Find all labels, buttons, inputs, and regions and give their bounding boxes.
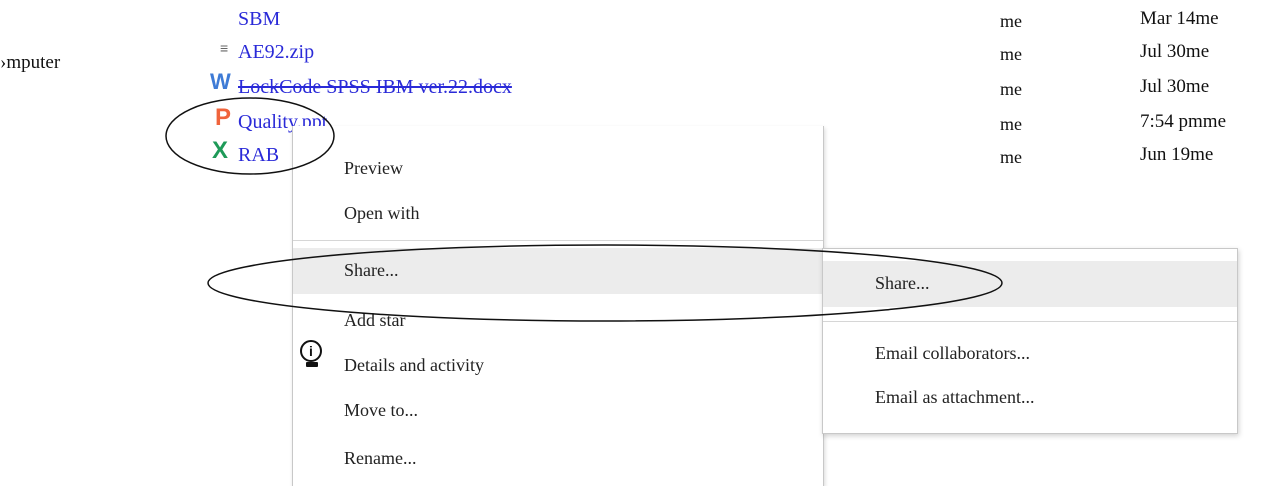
- file-owner: me: [1000, 114, 1022, 134]
- menu-item-add-star[interactable]: Add star: [293, 298, 823, 344]
- file-name[interactable]: AE92.zip: [238, 38, 314, 66]
- powerpoint-icon: P: [215, 104, 232, 131]
- share-submenu: Share... Email collaborators... Email as…: [822, 248, 1238, 434]
- menu-item-label: Rename...: [344, 448, 417, 468]
- file-modified: 7:54 pmme: [1140, 111, 1227, 132]
- file-row[interactable]: SBM me Mar 14me: [0, 5, 1274, 36]
- submenu-item-email-collaborators[interactable]: Email collaborators...: [823, 331, 1237, 377]
- file-owner: me: [1000, 79, 1022, 99]
- submenu-item-label: Email as attachment...: [875, 387, 1035, 407]
- zip-file-icon: ≡: [220, 40, 229, 56]
- menu-item-label: Preview: [344, 158, 403, 178]
- file-modified: Jul 30me: [1140, 76, 1210, 97]
- menu-item-rename[interactable]: Rename...: [293, 436, 823, 482]
- file-owner: me: [1000, 11, 1022, 31]
- file-modified: Jul 30me: [1140, 41, 1210, 62]
- menu-divider: [823, 321, 1237, 322]
- info-icon-base: [306, 362, 318, 367]
- file-owner: me: [1000, 44, 1022, 64]
- menu-item-label: Add star: [344, 310, 406, 330]
- excel-icon: X: [212, 137, 229, 164]
- menu-item-label: Details and activity: [344, 355, 484, 375]
- menu-item-label: Move to...: [344, 400, 418, 420]
- file-modified: Jun 19me: [1140, 144, 1214, 165]
- menu-item-details[interactable]: Details and activity: [293, 343, 823, 389]
- file-owner: me: [1000, 147, 1022, 167]
- word-doc-icon: W: [210, 69, 231, 94]
- menu-item-label: Share...: [344, 260, 399, 280]
- file-name[interactable]: RAB: [238, 141, 279, 169]
- file-row[interactable]: W LockCode SPSS IBM ver.22.docx me Jul 3…: [0, 69, 1274, 104]
- submenu-item-email-attachment[interactable]: Email as attachment...: [823, 375, 1237, 421]
- context-menu: Preview Open with Share... Add star Deta…: [292, 126, 824, 486]
- info-icon: i: [300, 340, 322, 362]
- menu-item-move-to[interactable]: Move to...: [293, 388, 823, 434]
- file-name[interactable]: SBM: [238, 5, 280, 33]
- menu-item-share[interactable]: Share...: [293, 248, 823, 294]
- file-name[interactable]: LockCode SPSS IBM ver.22.docx: [238, 73, 512, 101]
- file-row[interactable]: ≡ AE92.zip me Jul 30me: [0, 38, 1274, 69]
- menu-divider: [293, 240, 823, 241]
- submenu-item-share[interactable]: Share...: [823, 261, 1237, 307]
- submenu-item-label: Email collaborators...: [875, 343, 1030, 363]
- submenu-item-label: Share...: [875, 273, 930, 293]
- menu-item-label: Open with: [344, 203, 420, 223]
- menu-item-open-with[interactable]: Open with: [293, 191, 823, 237]
- menu-item-preview[interactable]: Preview: [293, 146, 823, 192]
- file-modified: Mar 14me: [1140, 8, 1219, 29]
